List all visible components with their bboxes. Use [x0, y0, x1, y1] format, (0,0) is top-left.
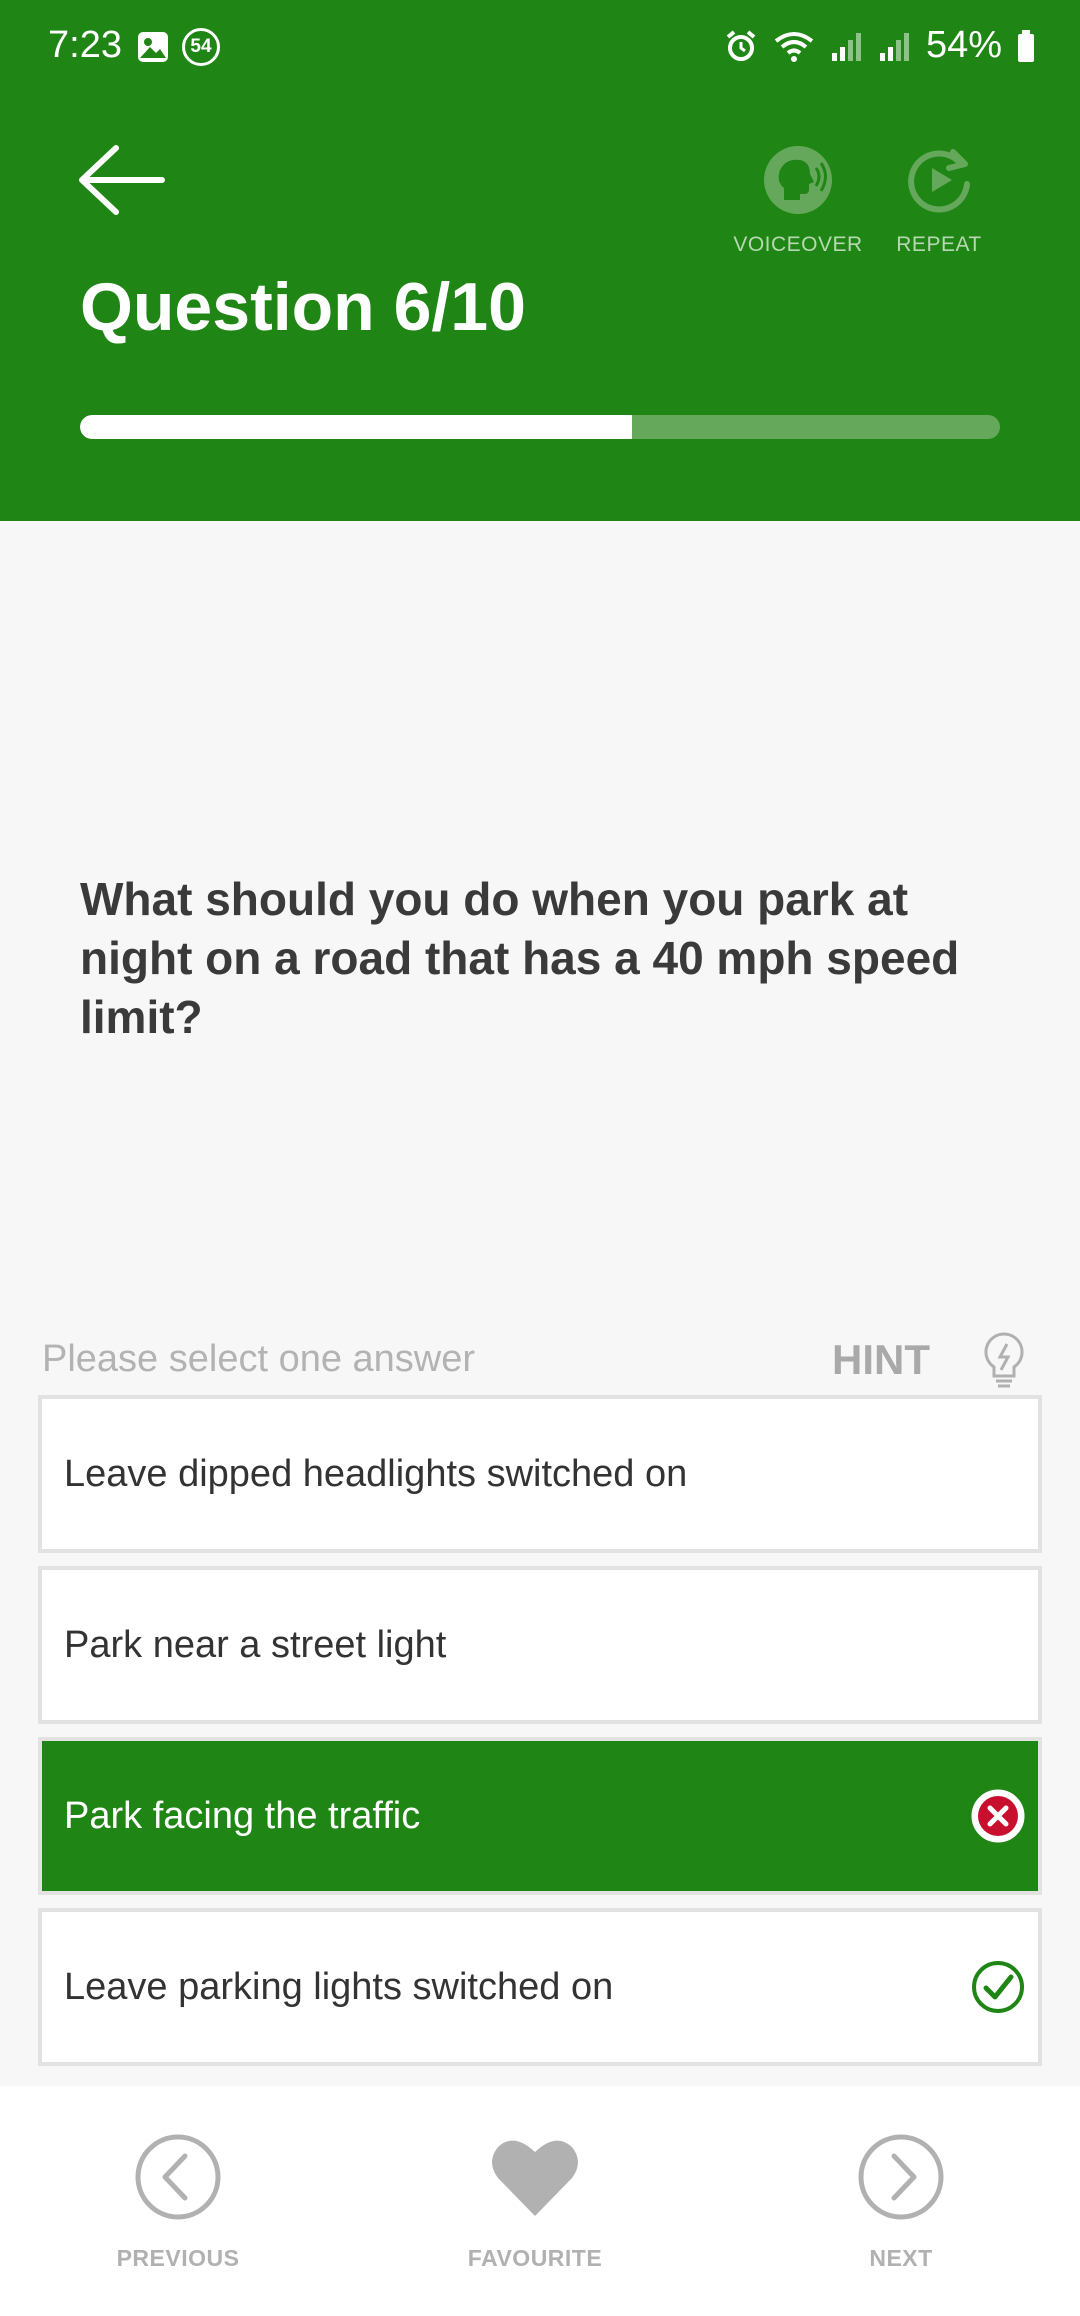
heart-icon: [492, 2140, 578, 2216]
answer-option-label: Leave parking lights switched on: [64, 1965, 614, 2008]
progress-bar-fill: [80, 415, 632, 439]
arrow-left-icon: [79, 145, 165, 215]
next-button[interactable]: NEXT: [791, 2132, 1011, 2272]
progress-bar: [80, 415, 1000, 439]
answer-instruction: Please select one answer: [42, 1338, 476, 1380]
back-button[interactable]: [78, 140, 168, 220]
previous-button[interactable]: PREVIOUS: [68, 2132, 288, 2272]
speaking-head-icon: [764, 146, 832, 214]
battery-percent: 54%: [925, 24, 1002, 66]
battery-icon: [1018, 29, 1034, 62]
page-title: Question 6/10: [80, 269, 526, 345]
chevron-right-circle-icon: [858, 2134, 944, 2220]
repeat-label: REPEAT: [896, 233, 982, 256]
hint-button[interactable]: HINT: [832, 1336, 930, 1384]
favourite-button[interactable]: FAVOURITE: [425, 2132, 645, 2272]
voiceover-button[interactable]: VOICEOVER: [728, 144, 868, 257]
answer-option-1[interactable]: Leave dipped headlights switched on: [38, 1395, 1042, 1553]
gallery-icon: [138, 32, 168, 62]
answer-option-3[interactable]: Park facing the traffic: [38, 1737, 1042, 1895]
repeat-button[interactable]: REPEAT: [869, 144, 1009, 257]
lightbulb-icon[interactable]: [980, 1330, 1028, 1392]
next-label: NEXT: [869, 2245, 933, 2271]
chevron-left-circle-icon: [135, 2134, 221, 2220]
answer-option-2[interactable]: Park near a street light: [38, 1566, 1042, 1724]
favourite-label: FAVOURITE: [467, 2245, 603, 2271]
answer-option-4[interactable]: Leave parking lights switched on: [38, 1908, 1042, 2066]
status-bar: 7:23 54 54%: [0, 0, 1080, 96]
wifi-icon: [774, 31, 814, 62]
notification-count: 54: [190, 36, 212, 57]
question-text: What should you do when you park at nigh…: [80, 873, 960, 1043]
check-circle-icon: [972, 1961, 1024, 2013]
answer-option-label: Park facing the traffic: [64, 1794, 421, 1837]
signal-icon: [831, 32, 861, 61]
answer-option-label: Leave dipped headlights switched on: [64, 1452, 688, 1495]
status-time: 7:23: [48, 24, 122, 66]
voiceover-label: VOICEOVER: [733, 233, 863, 256]
signal-icon-2: [879, 32, 909, 61]
x-circle-icon: [971, 1789, 1025, 1843]
alarm-icon: [726, 29, 756, 61]
notification-badge-icon: 54: [182, 28, 220, 66]
header: 7:23 54 54% VOICEOVER REPEAT Question 6/…: [0, 0, 1080, 521]
answer-option-label: Park near a street light: [64, 1623, 447, 1666]
previous-label: PREVIOUS: [116, 2245, 240, 2271]
replay-icon: [908, 149, 970, 213]
